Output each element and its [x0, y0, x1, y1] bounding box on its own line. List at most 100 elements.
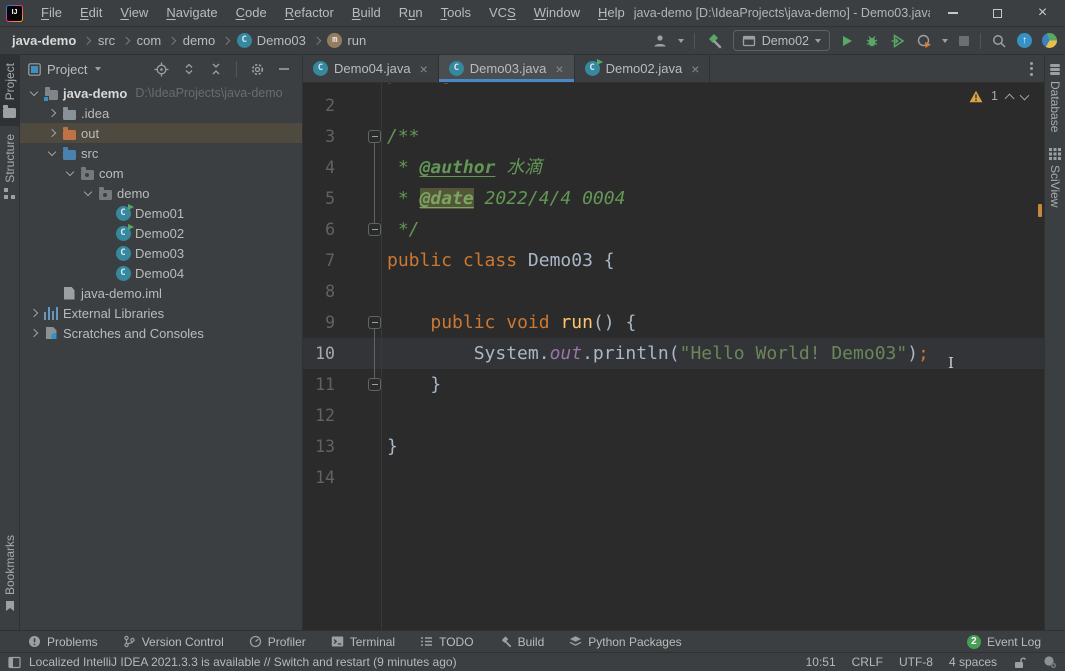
collapse-all-icon[interactable]	[209, 62, 223, 76]
close-tab-icon[interactable]: ×	[420, 61, 428, 77]
code-line-2[interactable]: 2	[303, 90, 1044, 121]
caret-position[interactable]: 10:51	[806, 655, 836, 669]
tree-item-idea[interactable]: .idea	[20, 103, 302, 123]
line-number[interactable]: 9	[303, 307, 335, 338]
menu-run[interactable]: Run	[390, 0, 432, 27]
code-editor[interactable]: 1package com.demo;23/**4 * @author 水滴5 *…	[303, 83, 1044, 630]
toolwindow-button-problems[interactable]: Problems	[28, 635, 98, 649]
next-warning-chevron-icon[interactable]	[1019, 90, 1030, 100]
project-panel-title[interactable]: Project	[47, 62, 87, 77]
tree-item-src[interactable]: src	[20, 143, 302, 163]
tree-chevron-icon[interactable]	[26, 87, 42, 97]
code-line-6[interactable]: 6 */	[303, 214, 1044, 245]
line-number[interactable]: 2	[303, 90, 335, 121]
line-number[interactable]: 7	[303, 245, 335, 276]
profiler-icon[interactable]	[916, 33, 932, 49]
tree-item-out[interactable]: out	[20, 123, 302, 143]
tree-chevron-icon[interactable]	[80, 187, 96, 197]
line-number[interactable]: 8	[303, 276, 335, 307]
menu-code[interactable]: Code	[227, 0, 276, 27]
user-dropdown-icon[interactable]	[677, 38, 684, 43]
breadcrumb-item-com[interactable]: com	[137, 33, 162, 48]
toolwindow-button-bookmarks[interactable]: Bookmarks	[0, 527, 19, 620]
tree-item-java-demo-iml[interactable]: java-demo.iml	[20, 283, 302, 303]
user-icon[interactable]	[652, 33, 668, 49]
menu-build[interactable]: Build	[343, 0, 390, 27]
toolwindow-button-event-log[interactable]: 2 Event Log	[966, 634, 1041, 649]
breadcrumb-item-demo03[interactable]: C Demo03	[236, 33, 306, 48]
close-window-icon[interactable]: ×	[1020, 0, 1065, 26]
tree-item-external-libraries[interactable]: External Libraries	[20, 303, 302, 323]
code-line-14[interactable]: 14	[303, 462, 1044, 493]
fold-end-icon[interactable]	[368, 223, 381, 236]
minimize-icon[interactable]	[930, 0, 975, 26]
toolwindow-button-version-control[interactable]: Version Control	[123, 635, 224, 649]
fold-start-icon[interactable]	[368, 316, 381, 329]
tree-chevron-icon[interactable]	[26, 308, 42, 318]
line-number[interactable]: 13	[303, 431, 335, 462]
menu-file[interactable]: File	[32, 0, 71, 27]
build-hammer-icon[interactable]	[705, 32, 723, 50]
coverage-icon[interactable]	[890, 33, 906, 49]
tree-item-demo[interactable]: demo	[20, 183, 302, 203]
line-number[interactable]: 3	[303, 121, 335, 152]
line-number[interactable]: 14	[303, 462, 335, 493]
line-number[interactable]: 10	[303, 338, 335, 369]
menu-help[interactable]: Help	[589, 0, 634, 27]
menu-view[interactable]: View	[111, 0, 157, 27]
menu-edit[interactable]: Edit	[71, 0, 111, 27]
plugin-sphere-icon[interactable]	[1042, 33, 1057, 48]
code-line-1[interactable]: 1 package com.demo;	[303, 83, 1044, 90]
expand-all-icon[interactable]	[182, 62, 196, 76]
line-number[interactable]: 4	[303, 152, 335, 183]
tree-item-demo02[interactable]: C Demo02	[20, 223, 302, 243]
breadcrumb-item-run[interactable]: m run	[327, 33, 366, 48]
tree-chevron-icon[interactable]	[44, 147, 60, 157]
tree-chevron-icon[interactable]	[26, 328, 42, 338]
toolwindow-button-build[interactable]: Build	[499, 635, 544, 649]
hide-panel-icon[interactable]	[278, 63, 290, 75]
run-configuration-select[interactable]: Demo02	[732, 30, 830, 51]
menu-vcs[interactable]: VCS	[480, 0, 525, 27]
close-tab-icon[interactable]: ×	[555, 61, 563, 77]
unlock-icon[interactable]	[1013, 656, 1027, 669]
menu-window[interactable]: Window	[525, 0, 589, 27]
fold-start-icon[interactable]	[368, 130, 381, 143]
menu-refactor[interactable]: Refactor	[276, 0, 343, 27]
tree-item-demo04[interactable]: C Demo04	[20, 263, 302, 283]
line-number[interactable]: 6	[303, 214, 335, 245]
toolwindow-button-sciview[interactable]: SciView	[1045, 140, 1065, 215]
project-view-icon[interactable]	[28, 62, 41, 76]
breadcrumb-item-demo[interactable]: demo	[183, 33, 216, 48]
tree-item-demo03[interactable]: C Demo03	[20, 243, 302, 263]
code-line-8[interactable]: 8	[303, 276, 1044, 307]
toolwindow-button-todo[interactable]: TODO	[420, 635, 474, 649]
line-number[interactable]: 12	[303, 400, 335, 431]
toolwindow-button-profiler[interactable]: Profiler	[249, 635, 306, 649]
gear-icon[interactable]	[250, 62, 265, 77]
tree-item-com[interactable]: com	[20, 163, 302, 183]
toolwindow-button-structure[interactable]: Structure	[0, 126, 19, 207]
code-line-13[interactable]: 13}	[303, 431, 1044, 462]
menu-tools[interactable]: Tools	[432, 0, 480, 27]
profiler-dropdown-icon[interactable]	[942, 38, 948, 43]
tree-chevron-icon[interactable]	[62, 167, 78, 177]
maximize-icon[interactable]	[975, 0, 1020, 26]
toolwindow-toggle-icon[interactable]	[8, 656, 21, 669]
tree-item-scratches-and-consoles[interactable]: Scratches and Consoles	[20, 323, 302, 343]
line-number[interactable]: 1	[303, 83, 335, 90]
debug-bug-icon[interactable]	[864, 33, 880, 49]
close-tab-icon[interactable]: ×	[691, 61, 699, 77]
breadcrumb-item-java-demo[interactable]: java-demo	[12, 33, 76, 48]
line-separator[interactable]: CRLF	[852, 655, 883, 669]
toolwindow-button-project[interactable]: Project	[0, 55, 19, 127]
editor-tab-demo03-java[interactable]: C Demo03.java ×	[438, 55, 575, 82]
tree-item-demo01[interactable]: C Demo01	[20, 203, 302, 223]
search-everywhere-icon[interactable]	[991, 33, 1007, 49]
status-message[interactable]: Localized IntelliJ IDEA 2021.3.3 is avai…	[29, 655, 457, 669]
code-line-10[interactable]: 10 System.out.println("Hello World! Demo…	[303, 338, 1044, 369]
tree-chevron-icon[interactable]	[44, 108, 60, 118]
file-encoding[interactable]: UTF-8	[899, 655, 933, 669]
code-line-11[interactable]: 11 }	[303, 369, 1044, 400]
editor-tab-demo02-java[interactable]: C Demo02.java ×	[575, 55, 711, 82]
